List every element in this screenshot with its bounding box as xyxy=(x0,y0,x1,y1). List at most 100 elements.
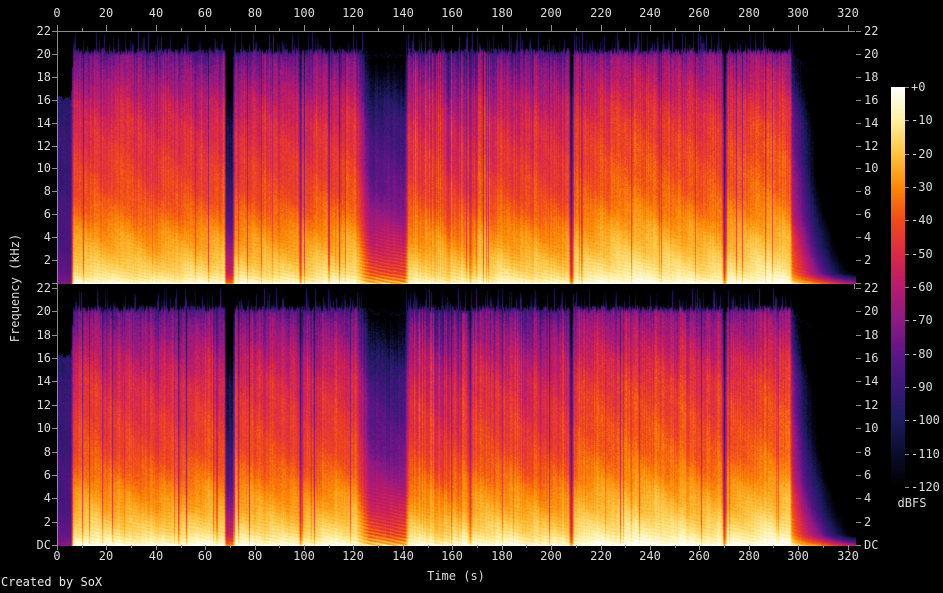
x-axis-minor-tick xyxy=(576,545,577,548)
x-axis-minor-tick xyxy=(477,545,478,548)
freq-tick-label-left: 16 xyxy=(36,93,51,107)
db-tick-label: -70 xyxy=(911,313,933,327)
y-axis-tick xyxy=(52,283,57,284)
x-axis-minor-tick xyxy=(131,545,132,548)
sox-credit-text: Created by SoX xyxy=(1,575,103,589)
time-tick-label-bottom: 200 xyxy=(540,549,562,563)
y-axis-tick xyxy=(52,475,57,476)
y-axis-tick xyxy=(856,146,861,147)
y-axis-tick xyxy=(52,311,57,312)
colorbar-tick xyxy=(905,320,909,321)
db-tick-label: -120 xyxy=(911,480,940,494)
x-axis-minor-tick xyxy=(378,545,379,548)
x-axis-minor-tick xyxy=(526,545,527,548)
time-tick-label-top: 180 xyxy=(491,6,513,20)
x-axis-tick xyxy=(749,25,750,31)
time-tick-label-top: 260 xyxy=(688,6,710,20)
x-axis-minor-tick xyxy=(279,545,280,548)
spectrogram-channel-right xyxy=(58,289,856,546)
time-tick-label-top: 240 xyxy=(639,6,661,20)
x-axis-tick xyxy=(106,25,107,31)
y-axis-tick xyxy=(856,522,861,523)
colorbar-tick xyxy=(905,487,909,488)
x-axis-minor-tick xyxy=(625,545,626,548)
y-axis-tick xyxy=(856,381,861,382)
colorbar-unit-label: dBFS xyxy=(897,496,927,510)
time-tick-label-top: 160 xyxy=(441,6,463,20)
freq-tick-label-right: 18 xyxy=(864,70,879,84)
time-tick-label-top: 0 xyxy=(53,6,61,20)
y-axis-tick xyxy=(856,214,861,215)
db-tick-label: +0 xyxy=(911,80,926,94)
x-axis-minor-tick xyxy=(477,28,478,31)
time-tick-label-top: 20 xyxy=(98,6,114,20)
y-axis-tick xyxy=(856,283,861,284)
freq-tick-label-left: 10 xyxy=(36,161,51,175)
y-axis-tick xyxy=(52,77,57,78)
colorbar-tick xyxy=(905,87,909,88)
time-tick-label-top: 320 xyxy=(837,6,859,20)
x-axis-minor-tick xyxy=(724,545,725,548)
db-tick-label: -90 xyxy=(911,380,933,394)
x-axis-minor-tick xyxy=(428,28,429,31)
y-axis-tick xyxy=(856,168,861,169)
time-tick-label-bottom: 180 xyxy=(491,549,513,563)
freq-tick-label-left: 12 xyxy=(36,139,51,153)
x-axis-tick xyxy=(798,25,799,31)
freq-tick-label-right: 10 xyxy=(864,421,879,435)
time-tick-label-bottom: 140 xyxy=(392,549,414,563)
x-axis-minor-tick xyxy=(675,545,676,548)
x-axis-minor-tick xyxy=(823,28,824,31)
time-tick-label-top: 40 xyxy=(148,6,164,20)
y-axis-tick xyxy=(856,260,861,261)
freq-tick-label-right: 20 xyxy=(864,47,879,61)
freq-tick-label-right: 2 xyxy=(864,515,872,529)
x-axis-tick xyxy=(452,25,453,31)
x-axis-minor-tick xyxy=(576,28,577,31)
x-axis-minor-tick xyxy=(675,28,676,31)
x-axis-tick xyxy=(650,25,651,31)
y-axis-tick xyxy=(52,191,57,192)
colorbar-tick xyxy=(905,254,909,255)
db-tick-label: -40 xyxy=(911,213,933,227)
x-axis-minor-tick xyxy=(823,545,824,548)
x-axis-tick xyxy=(353,25,354,31)
x-axis-minor-tick xyxy=(230,545,231,548)
y-axis-tick xyxy=(856,288,861,289)
x-axis-minor-tick xyxy=(181,28,182,31)
freq-tick-label-left: 18 xyxy=(36,70,51,84)
x-axis-minor-tick xyxy=(279,28,280,31)
y-axis-tick xyxy=(52,405,57,406)
y-axis-tick xyxy=(52,31,57,32)
colorbar-tick xyxy=(905,220,909,221)
x-axis-minor-tick xyxy=(526,28,527,31)
time-tick-label-bottom: 280 xyxy=(738,549,760,563)
x-axis-tick xyxy=(848,25,849,31)
x-axis-tick xyxy=(699,25,700,31)
x-axis-tick xyxy=(601,25,602,31)
freq-tick-label-left: 2 xyxy=(43,515,51,529)
colorbar xyxy=(891,87,905,487)
freq-tick-label-right: 8 xyxy=(864,184,872,198)
x-axis-tick xyxy=(205,25,206,31)
x-axis-minor-tick xyxy=(773,28,774,31)
y-axis-tick xyxy=(52,522,57,523)
x-axis-minor-tick xyxy=(428,545,429,548)
colorbar-tick xyxy=(905,387,909,388)
freq-tick-label-left: 20 xyxy=(36,304,51,318)
freq-tick-label-right: 16 xyxy=(864,93,879,107)
x-axis-tick xyxy=(403,25,404,31)
y-axis-tick xyxy=(856,335,861,336)
y-axis-tick xyxy=(856,475,861,476)
y-axis-tick xyxy=(856,31,861,32)
freq-tick-label-left: 4 xyxy=(43,230,51,244)
x-axis-tick xyxy=(255,25,256,31)
freq-tick-label-left: 8 xyxy=(43,184,51,198)
y-axis-tick xyxy=(52,381,57,382)
freq-tick-label-left: 14 xyxy=(36,116,51,130)
freq-tick-label-right: 6 xyxy=(864,207,872,221)
freq-tick-label-left: DC xyxy=(36,538,51,552)
freq-tick-label-right: 4 xyxy=(864,491,872,505)
freq-tick-label-right: 8 xyxy=(864,445,872,459)
freq-tick-label-right: 22 xyxy=(864,24,879,38)
